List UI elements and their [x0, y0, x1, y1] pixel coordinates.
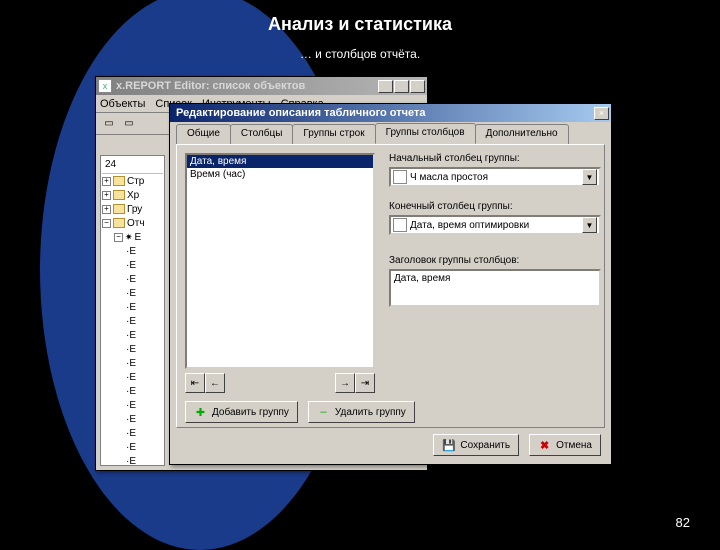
end-column-label: Конечный столбец группы:	[389, 201, 513, 212]
tree-leaf[interactable]: ·E	[102, 258, 163, 272]
tree-item: +Стр	[102, 174, 163, 188]
dialog-window: Редактирование описания табличного отчет…	[169, 103, 612, 465]
tree-leaf[interactable]: ·E	[102, 342, 163, 356]
tree-leaf[interactable]: ·E	[102, 426, 163, 440]
group-listbox[interactable]: Дата, время Время (час)	[185, 153, 375, 369]
expand-icon[interactable]: +	[102, 177, 111, 186]
tree-leaf[interactable]: ·E	[102, 440, 163, 454]
app-icon: x	[98, 79, 112, 93]
tree-leaf[interactable]: ·E	[102, 454, 163, 466]
tree-leaf[interactable]: ·E	[102, 384, 163, 398]
tree-leaf[interactable]: ·E	[102, 244, 163, 258]
parent-title: x.REPORT Editor: список объектов	[116, 80, 378, 92]
end-column-dropdown[interactable]: Дата, время оптимировки ▼	[389, 215, 601, 235]
tab-columns[interactable]: Столбцы	[230, 124, 294, 144]
tree-item: −Отч	[102, 216, 163, 230]
tree-header: 24	[102, 158, 163, 174]
tree-leaf[interactable]: ·E	[102, 286, 163, 300]
tab-row-groups[interactable]: Группы строк	[292, 124, 375, 144]
tree-panel[interactable]: 24 +Стр +Хр +Гру −Отч −✷Е ·E ·E ·E ·E ·E…	[100, 155, 165, 466]
tree-item: +Гру	[102, 202, 163, 216]
field-icon	[393, 218, 407, 232]
tree-item: +Хр	[102, 188, 163, 202]
tree-leaf[interactable]: ·E	[102, 272, 163, 286]
expand-icon[interactable]: +	[102, 205, 111, 214]
tree-leaf[interactable]: ·E	[102, 398, 163, 412]
chevron-down-icon[interactable]: ▼	[582, 169, 597, 185]
tree-leaf[interactable]: ·E	[102, 412, 163, 426]
header-value: Дата, время	[394, 273, 450, 284]
page-number: 82	[676, 515, 690, 530]
move-first-button[interactable]: ⇤	[185, 373, 205, 393]
menu-objects[interactable]: Объекты	[100, 98, 145, 110]
header-textfield[interactable]: Дата, время	[389, 269, 601, 307]
expand-icon[interactable]: +	[102, 191, 111, 200]
folder-icon	[113, 190, 125, 200]
start-column-dropdown[interactable]: Ч масла простоя ▼	[389, 167, 601, 187]
end-column-value: Дата, время оптимировки	[410, 220, 582, 231]
dialog-title: Редактирование описания табличного отчет…	[172, 107, 594, 119]
header-label: Заголовок группы столбцов:	[389, 255, 519, 266]
add-group-button[interactable]: ✚ Добавить группу	[185, 401, 298, 423]
parent-titlebar[interactable]: x x.REPORT Editor: список объектов _ □ ×	[96, 77, 427, 95]
dialog-titlebar[interactable]: Редактирование описания табличного отчет…	[170, 104, 611, 122]
slide-title: Анализ и статистика	[0, 14, 720, 35]
tab-strip: Общие Столбцы Группы строк Группы столбц…	[176, 124, 605, 144]
move-right-button[interactable]: →	[335, 373, 355, 393]
cancel-button[interactable]: ✖ Отмена	[529, 434, 601, 456]
save-icon: 💾	[442, 439, 455, 452]
save-button[interactable]: 💾 Сохранить	[433, 434, 519, 456]
move-last-button[interactable]: ⇥	[355, 373, 375, 393]
tab-page: Дата, время Время (час) ⇤ ← → ⇥ Начальны…	[176, 144, 605, 428]
move-left-button[interactable]: ←	[205, 373, 225, 393]
toolbar-btn-2[interactable]: ▭	[120, 115, 138, 133]
folder-icon	[113, 218, 125, 228]
tree-leaf[interactable]: ·E	[102, 314, 163, 328]
list-item[interactable]: Дата, время	[187, 155, 373, 168]
chevron-down-icon[interactable]: ▼	[582, 217, 597, 233]
collapse-icon[interactable]: −	[102, 219, 111, 228]
tree-item: −✷Е	[102, 230, 163, 244]
tab-column-groups[interactable]: Группы столбцов	[375, 123, 476, 144]
tree-leaf[interactable]: ·E	[102, 328, 163, 342]
folder-icon	[113, 176, 125, 186]
toolbar-btn-1[interactable]: ▭	[100, 115, 118, 133]
plus-icon: ✚	[194, 406, 207, 419]
minus-icon: –	[317, 406, 330, 419]
list-item[interactable]: Время (час)	[187, 168, 373, 181]
maximize-button[interactable]: □	[394, 80, 409, 93]
start-column-value: Ч масла простоя	[410, 172, 582, 183]
tab-additional[interactable]: Дополнительно	[475, 124, 569, 144]
close-icon: ✖	[538, 439, 551, 452]
delete-group-button[interactable]: – Удалить группу	[308, 401, 415, 423]
tree-leaf[interactable]: ·E	[102, 370, 163, 384]
folder-icon	[113, 204, 125, 214]
close-button[interactable]: ×	[410, 80, 425, 93]
collapse-icon[interactable]: −	[114, 233, 123, 242]
tree-leaf[interactable]: ·E	[102, 300, 163, 314]
minimize-button[interactable]: _	[378, 80, 393, 93]
tab-general[interactable]: Общие	[176, 124, 231, 144]
start-column-label: Начальный столбец группы:	[389, 153, 520, 164]
close-button[interactable]: ×	[594, 107, 609, 120]
field-icon	[393, 170, 407, 184]
slide-subtitle: … и столбцов отчёта.	[0, 47, 720, 61]
tree-leaf[interactable]: ·E	[102, 356, 163, 370]
